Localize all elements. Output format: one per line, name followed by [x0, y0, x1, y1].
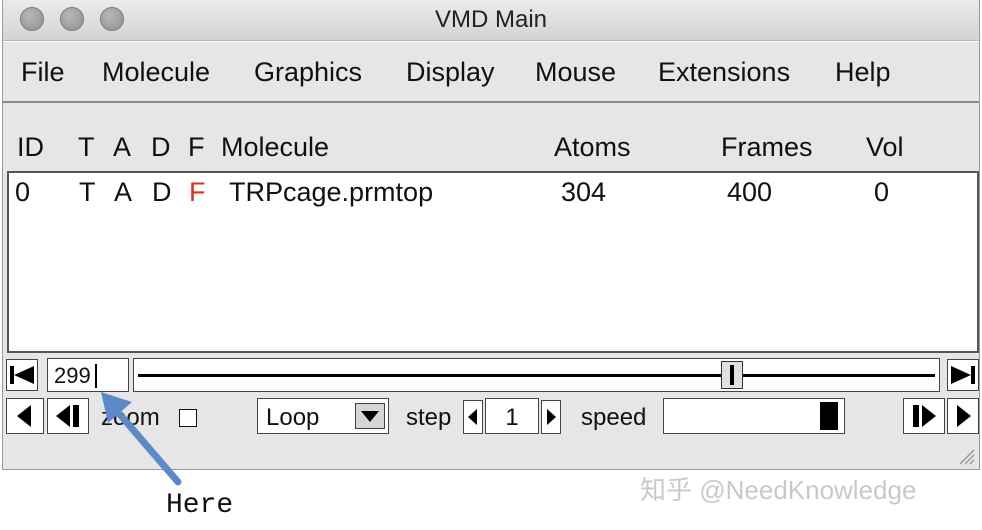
- annotation-text: Here: [166, 490, 234, 521]
- watermark: 知乎 @NeedKnowledge: [640, 475, 917, 505]
- annotation-arrow-icon: [101, 392, 182, 486]
